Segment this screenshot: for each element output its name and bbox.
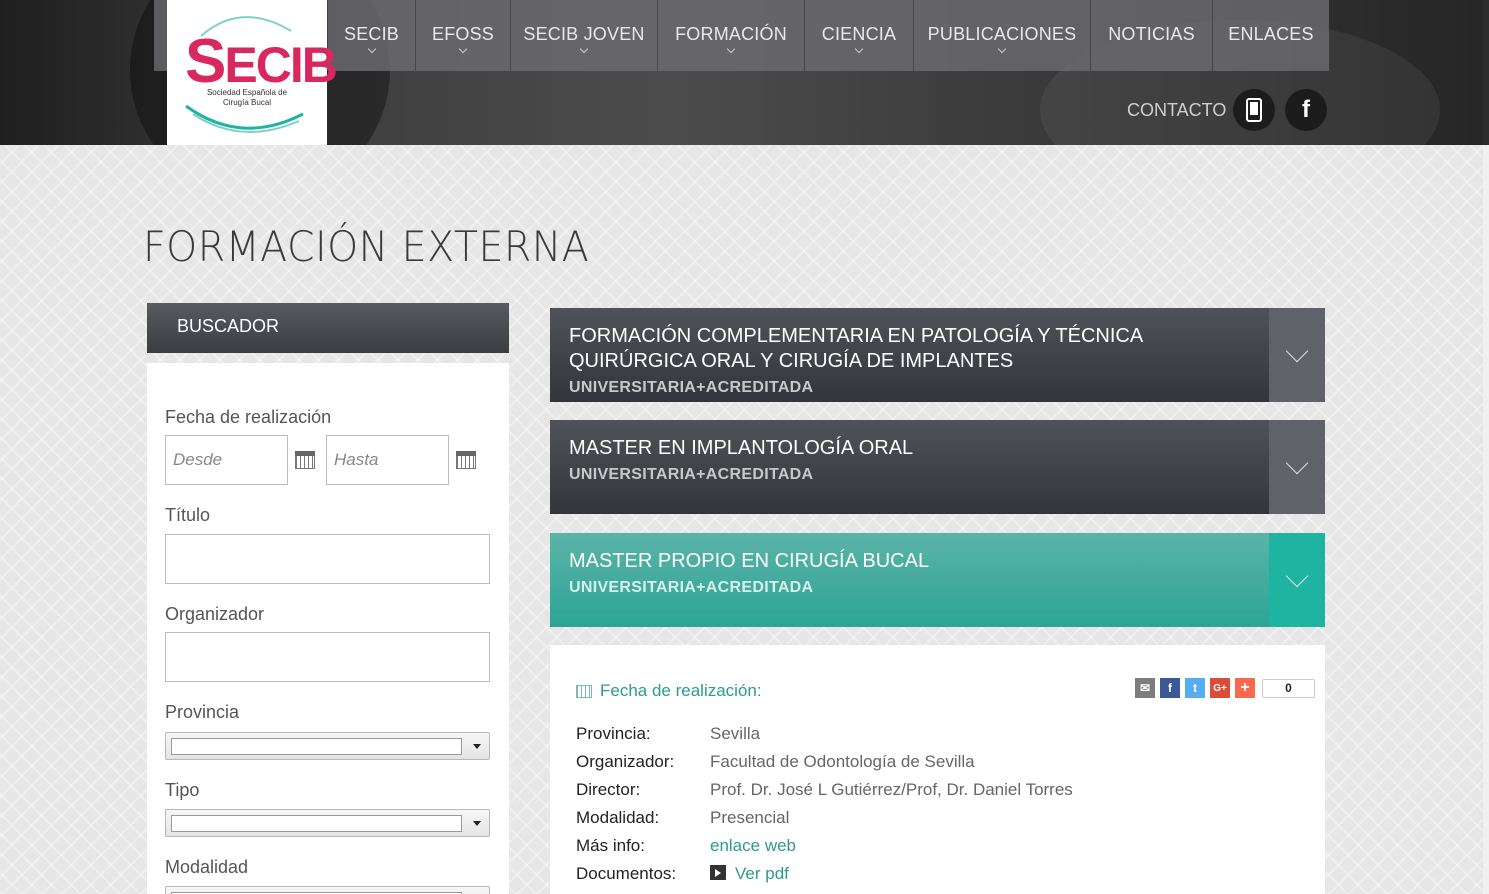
facebook-icon[interactable]: f: [1285, 89, 1327, 131]
field-value: Sevilla: [710, 724, 761, 743]
course-subtitle: UNIVERSITARIA+ACREDITADA: [569, 379, 814, 396]
date-to-input[interactable]: Hasta: [326, 435, 449, 485]
modality-label: Modalidad: [165, 857, 249, 877]
nav-label: CIENCIA: [821, 24, 897, 44]
course-accordion-item[interactable]: FORMACIÓN COMPLEMENTARIA EN PATOLOGÍA Y …: [550, 308, 1325, 402]
expand-toggle[interactable]: [1269, 533, 1325, 627]
chevron-down-icon: [726, 44, 736, 54]
nav-item-ciencia[interactable]: CIENCIA: [804, 0, 913, 71]
modality-select[interactable]: [165, 886, 490, 894]
logo-subtitle: Sociedad Española de Cirugía Bucal: [206, 88, 288, 107]
course-accordion-item-active[interactable]: MASTER PROPIO EN CIRUGÍA BUCAL UNIVERSIT…: [550, 533, 1325, 627]
addthis-icon[interactable]: +: [1235, 678, 1255, 698]
nav-item-noticias[interactable]: NOTICIAS: [1090, 0, 1212, 71]
nav-label: EFOSS: [431, 24, 494, 44]
email-icon[interactable]: ✉: [1135, 678, 1155, 698]
detail-row-modality: Modalidad: Presencial: [576, 808, 789, 828]
dropdown-arrow-icon: [473, 744, 481, 749]
select-value: [171, 738, 462, 755]
nav-label: PUBLICACIONES: [927, 24, 1077, 44]
detail-row-moreinfo: Más info: enlace web: [576, 836, 796, 856]
nav-label: SECIB JOVEN: [523, 24, 645, 44]
chevron-down-icon: [1285, 339, 1309, 363]
nav-item-secib[interactable]: SECIB: [327, 0, 415, 71]
phone-icon[interactable]: [1233, 89, 1275, 131]
expand-toggle[interactable]: [1269, 420, 1325, 514]
type-label: Tipo: [165, 780, 200, 800]
field-key: Más info:: [576, 836, 645, 855]
scrollbar-thumb[interactable]: [1483, 0, 1489, 145]
nav-item-publicaciones[interactable]: PUBLICACIONES: [913, 0, 1090, 71]
secib-logo[interactable]: SECIB Sociedad Española de Cirugía Bucal: [167, 0, 338, 145]
field-value: Presencial: [710, 808, 790, 827]
date-from-input[interactable]: Desde: [165, 435, 288, 485]
chevron-down-icon: [579, 44, 589, 54]
share-bar: ✉ f t G+ + 0: [1135, 678, 1315, 698]
calendar-icon[interactable]: [456, 451, 476, 469]
type-select[interactable]: [165, 809, 490, 837]
expand-toggle[interactable]: [1269, 308, 1325, 402]
nav-item-secib-joven[interactable]: SECIB JOVEN: [510, 0, 657, 71]
title-input[interactable]: [165, 534, 490, 584]
chevron-down-icon: [1285, 564, 1309, 588]
province-label: Provincia: [165, 702, 240, 722]
course-title: FORMACIÓN COMPLEMENTARIA EN PATOLOGÍA Y …: [569, 325, 1143, 372]
calendar-icon[interactable]: [295, 451, 315, 469]
select-value: [171, 815, 462, 832]
field-key: Documentos:: [576, 864, 677, 883]
contact-link[interactable]: CONTACTO: [1127, 100, 1226, 121]
course-detail-panel: Fecha de realización: ✉ f t G+ + 0 Provi…: [550, 645, 1325, 894]
course-title: MASTER EN IMPLANTOLOGÍA ORAL: [569, 437, 914, 459]
dropdown-arrow-icon: [473, 821, 481, 826]
chevron-down-icon: [1285, 451, 1309, 475]
chevron-down-icon: [997, 44, 1007, 54]
detail-row-documents: Documentos: Ver pdf: [576, 864, 789, 884]
pdf-link[interactable]: Ver pdf: [710, 864, 789, 884]
nav-label: ENLACES: [1228, 24, 1314, 44]
detail-row-organizer: Organizador: Facultad de Odontología de …: [576, 752, 975, 772]
organizer-input[interactable]: [165, 632, 490, 682]
nav-item-enlaces[interactable]: ENLACES: [1212, 0, 1329, 71]
web-link[interactable]: enlace web: [710, 836, 796, 856]
detail-date-label: Fecha de realización:: [600, 681, 762, 700]
facebook-share-icon[interactable]: f: [1160, 678, 1180, 698]
date-label: Fecha de realización: [165, 407, 332, 427]
field-key: Director:: [576, 780, 641, 799]
field-key: Provincia:: [576, 724, 651, 743]
course-subtitle: UNIVERSITARIA+ACREDITADA: [569, 579, 814, 596]
course-subtitle: UNIVERSITARIA+ACREDITADA: [569, 466, 814, 483]
phone-glyph: [1246, 98, 1262, 122]
detail-date: Fecha de realización:: [576, 681, 762, 701]
search-panel: Fecha de realización Desde Hasta Título …: [147, 363, 509, 894]
chevron-down-icon: [458, 44, 468, 54]
field-value: Prof. Dr. José L Gutiérrez/Prof, Dr. Dan…: [710, 780, 1073, 799]
detail-row-director: Director: Prof. Dr. José L Gutiérrez/Pro…: [576, 780, 1073, 800]
share-count: 0: [1262, 678, 1315, 698]
pdf-link-label: Ver pdf: [735, 864, 789, 883]
chevron-down-icon: [854, 44, 864, 54]
page-title: FORMACIÓN EXTERNA: [143, 222, 590, 271]
calendar-icon: [576, 684, 592, 698]
arrow-right-icon: [710, 865, 726, 880]
nav-label: FORMACIÓN: [675, 24, 787, 44]
course-accordion-item[interactable]: MASTER EN IMPLANTOLOGÍA ORAL UNIVERSITAR…: [550, 420, 1325, 514]
detail-row-province: Provincia: Sevilla: [576, 724, 760, 744]
organizer-label: Organizador: [165, 604, 265, 624]
nav-label: NOTICIAS: [1108, 24, 1195, 44]
title-label: Título: [165, 505, 211, 525]
twitter-share-icon[interactable]: t: [1185, 678, 1205, 698]
course-title: MASTER PROPIO EN CIRUGÍA BUCAL: [569, 550, 930, 572]
logo-wordmark: SECIB: [185, 27, 338, 96]
province-select[interactable]: [165, 732, 490, 760]
chevron-down-icon: [367, 44, 376, 54]
field-value: Facultad de Odontología de Sevilla: [710, 752, 975, 771]
nav-item-efoss[interactable]: EFOSS: [415, 0, 510, 71]
nav-label: SECIB: [343, 24, 400, 44]
field-key: Modalidad:: [576, 808, 660, 827]
googleplus-share-icon[interactable]: G+: [1210, 678, 1230, 698]
search-header: BUSCADOR: [147, 303, 509, 353]
nav-item-formacion[interactable]: FORMACIÓN: [657, 0, 804, 71]
field-key: Organizador:: [576, 752, 675, 771]
